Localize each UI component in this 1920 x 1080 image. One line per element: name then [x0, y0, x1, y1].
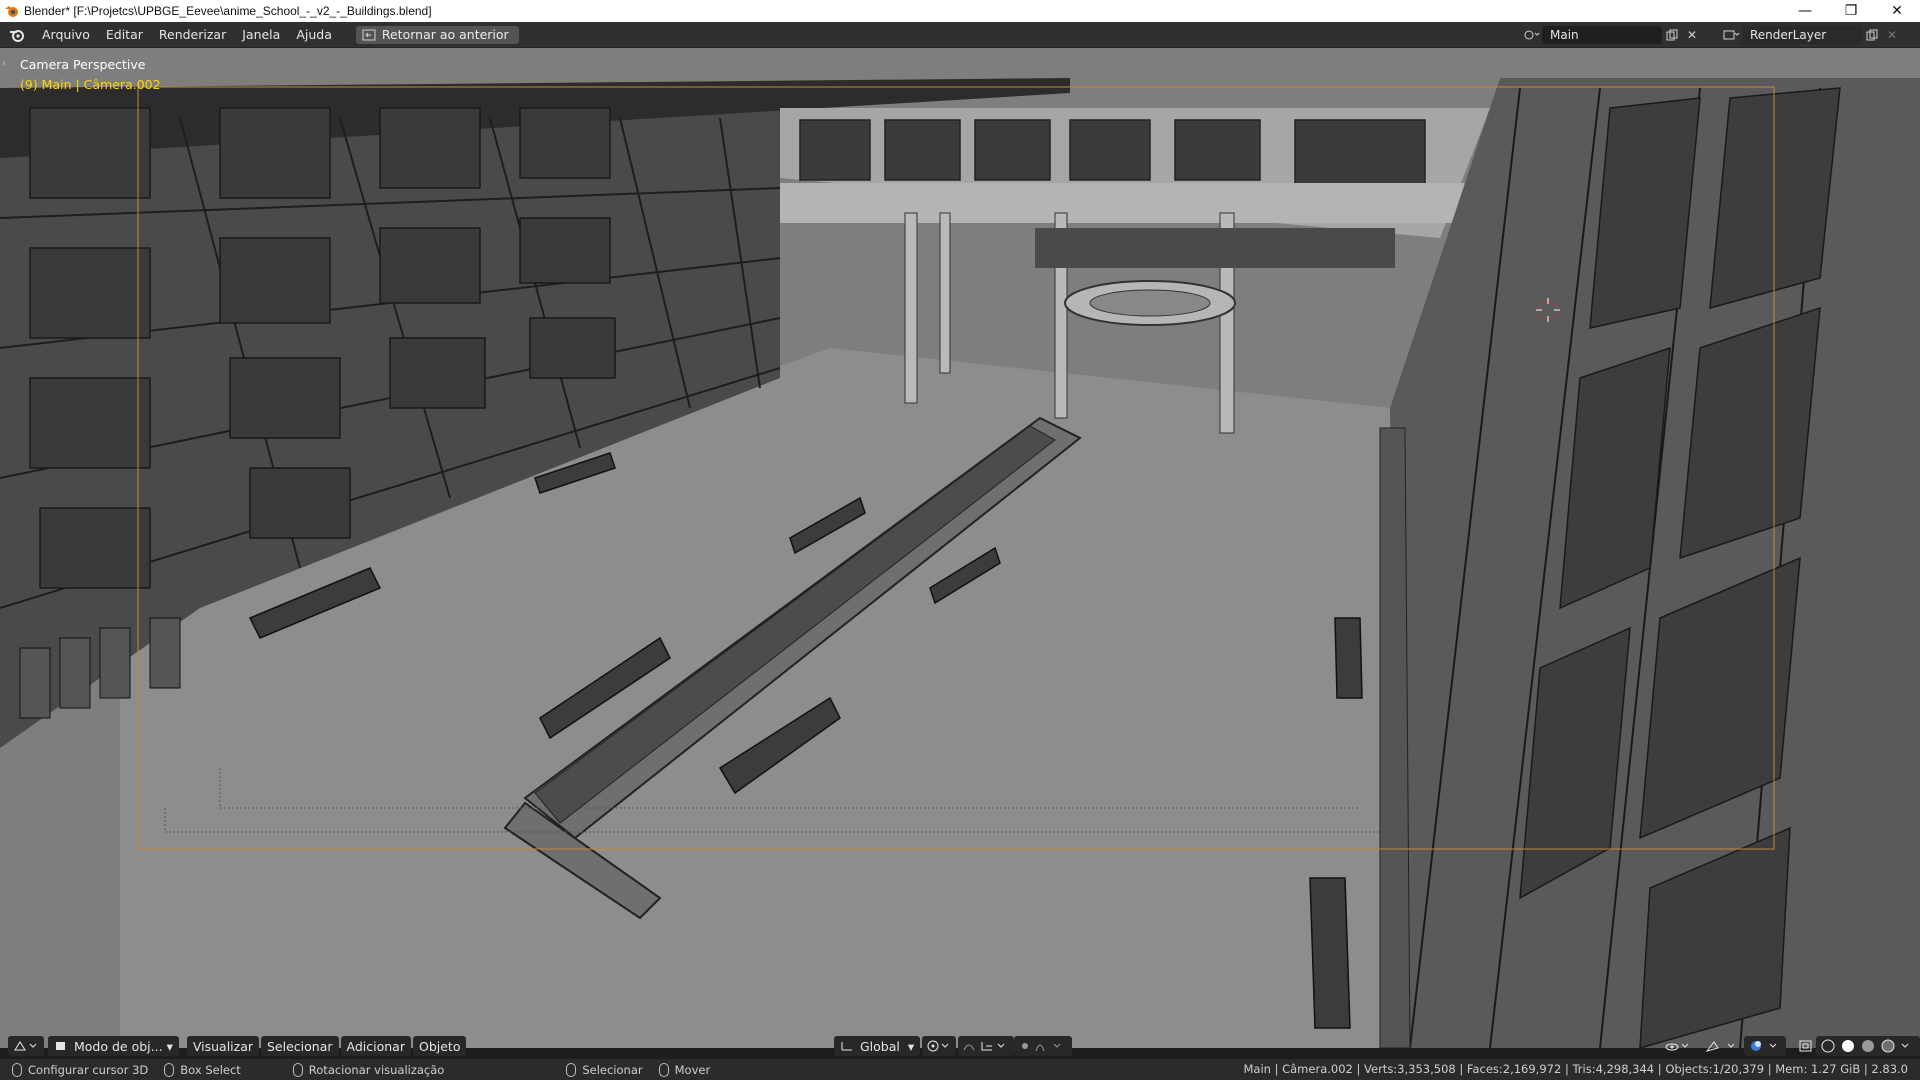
mouse-drag-icon — [164, 1062, 175, 1077]
eye-icon — [1665, 1043, 1689, 1051]
menu-renderizar[interactable]: Renderizar — [151, 22, 234, 48]
status-bar: Configurar cursor 3D Box Select Rotacion… — [0, 1059, 1920, 1080]
mouse-move-icon — [658, 1062, 669, 1077]
status-box-select: Box Select — [164, 1062, 241, 1077]
mouse-left-icon — [12, 1062, 22, 1077]
menu-janela[interactable]: Janela — [234, 22, 288, 48]
mode-label: Modo de obj... — [74, 1038, 163, 1054]
chevron-down-icon: ▾ — [166, 1038, 173, 1054]
status-move-label: Mover — [674, 1062, 711, 1077]
xray-button[interactable] — [1794, 1036, 1818, 1056]
proportional-edit-icon — [1022, 1043, 1061, 1052]
toolbar-expand-icon[interactable]: › — [2, 58, 6, 69]
back-icon — [362, 29, 376, 40]
restore-button[interactable]: ❐ — [1828, 0, 1874, 22]
overlays-icon — [1751, 1041, 1777, 1051]
view-layer-field[interactable]: RenderLayer — [1742, 26, 1862, 44]
scene-render — [0, 48, 1920, 1048]
minimize-button[interactable]: — — [1782, 0, 1828, 22]
top-menubar: Arquivo Editar Renderizar Janela Ajuda R… — [0, 22, 1920, 48]
mouse-middle-icon — [292, 1062, 303, 1077]
status-select-label: Selecionar — [582, 1062, 643, 1077]
menu-editar[interactable]: Editar — [98, 22, 151, 48]
view-layer-selector: RenderLayer ✕ — [1722, 25, 1902, 45]
view-layer-browse-icon[interactable] — [1722, 26, 1742, 44]
back-to-previous-button[interactable]: Retornar ao anterior — [355, 25, 519, 44]
window-controls: — ❐ ✕ — [1782, 0, 1920, 22]
scene-name-field[interactable]: Main — [1542, 26, 1662, 44]
scene-statistics: Main | Câmera.002 | Verts:3,353,508 | Fa… — [1243, 1062, 1908, 1076]
blender-logo-icon — [5, 6, 18, 17]
active-object-label: (9) Main | Câmera.002 — [20, 77, 161, 92]
object-mode-icon — [56, 1042, 65, 1050]
menu-visualizar[interactable]: Visualizar — [186, 1036, 259, 1056]
scene-selector: Main ✕ — [1522, 25, 1702, 45]
delete-scene-icon[interactable]: ✕ — [1682, 26, 1702, 44]
menu-adicionar[interactable]: Adicionar — [340, 1036, 411, 1056]
mode-dropdown[interactable]: Modo de obj... ▾ — [48, 1036, 179, 1056]
status-cursor-label: Configurar cursor 3D — [28, 1062, 149, 1077]
window-titlebar: Blender* [F:\Projetcs\UPBGE_Eevee\anime_… — [0, 0, 1920, 22]
proportional-edit-button[interactable] — [1014, 1036, 1072, 1056]
gizmo-icon — [1705, 1041, 1735, 1052]
new-scene-icon[interactable] — [1662, 26, 1682, 44]
orientation-icon — [841, 1042, 852, 1051]
pivot-point-button[interactable] — [922, 1036, 956, 1056]
pivot-icon — [927, 1040, 949, 1052]
close-button[interactable]: ✕ — [1874, 0, 1920, 22]
shading-icons — [1821, 1039, 1909, 1053]
status-select: Selecionar — [566, 1062, 643, 1077]
delete-view-layer-icon[interactable]: ✕ — [1882, 26, 1902, 44]
overlays-button[interactable] — [1744, 1036, 1786, 1056]
editor-type-icon — [14, 1041, 37, 1051]
status-move: Mover — [658, 1062, 711, 1077]
menu-arquivo[interactable]: Arquivo — [34, 22, 98, 48]
back-button-label: Retornar ao anterior — [381, 27, 509, 42]
menu-selecionar[interactable]: Selecionar — [261, 1036, 339, 1056]
xray-icon — [1799, 1040, 1812, 1052]
3d-view-header: Modo de obj... ▾ Visualizar Selecionar A… — [0, 1033, 1920, 1059]
3d-viewport[interactable]: › Camera Perspective (9) Main | Câmera.0… — [0, 48, 1920, 1048]
view-label: Camera Perspective — [20, 57, 146, 72]
menu-objeto[interactable]: Objeto — [412, 1036, 467, 1056]
editor-type-button[interactable] — [8, 1036, 44, 1056]
new-view-layer-icon[interactable] — [1862, 26, 1882, 44]
scene-browse-icon[interactable] — [1522, 26, 1542, 44]
visibility-button[interactable] — [1660, 1036, 1696, 1056]
chevron-down-icon: ▾ — [907, 1038, 915, 1054]
transform-orientation-dropdown[interactable]: Global ▾ — [834, 1036, 921, 1056]
gizmo-button[interactable] — [1700, 1036, 1742, 1056]
orientation-label: Global — [860, 1038, 900, 1054]
menu-ajuda[interactable]: Ajuda — [288, 22, 340, 48]
status-cursor: Configurar cursor 3D — [12, 1062, 149, 1077]
status-box-select-label: Box Select — [180, 1062, 241, 1077]
snap-button[interactable] — [958, 1036, 1014, 1056]
mouse-right-icon — [566, 1062, 577, 1077]
window-title: Blender* [F:\Projetcs\UPBGE_Eevee\anime_… — [24, 4, 432, 18]
status-rotate-label: Rotacionar visualização — [308, 1062, 445, 1077]
snap-icon — [963, 1042, 1005, 1051]
blender-menu-icon[interactable] — [0, 22, 34, 48]
shading-modes[interactable] — [1816, 1036, 1920, 1056]
status-rotate: Rotacionar visualização — [292, 1062, 445, 1077]
